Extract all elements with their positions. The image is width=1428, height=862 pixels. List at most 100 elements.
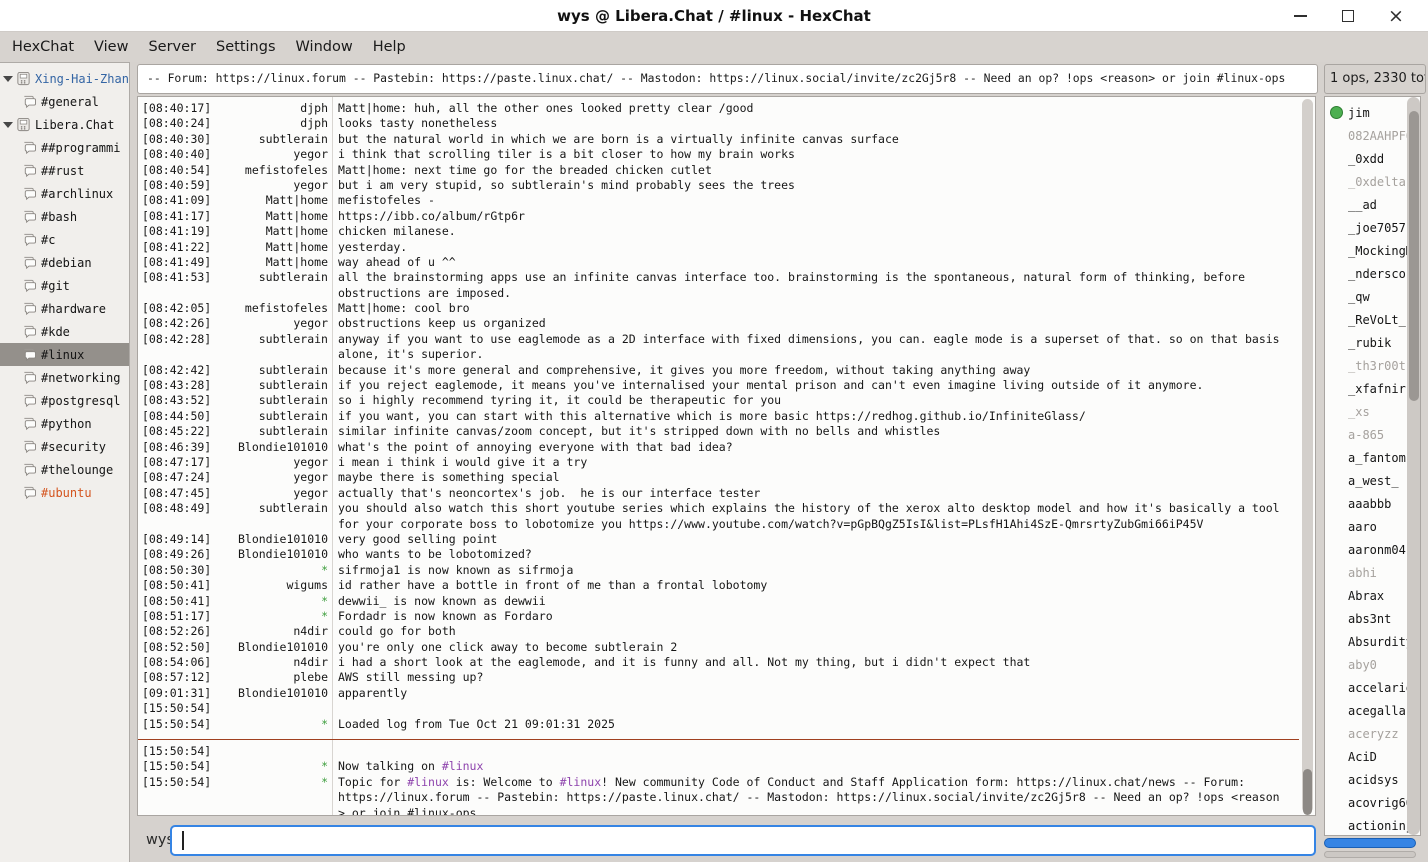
chat-row: [08:40:59] yegor but i am very stupid, s… bbox=[138, 178, 1299, 193]
menu-item[interactable]: HexChat bbox=[2, 32, 84, 62]
menu-item[interactable]: Settings bbox=[206, 32, 285, 62]
message-text: similar infinite canvas/zoom concept, bu… bbox=[338, 424, 940, 438]
message: could go for both bbox=[328, 624, 1299, 639]
user-row[interactable]: aceryzz bbox=[1325, 722, 1420, 745]
tree-item[interactable]: #hardware bbox=[0, 297, 129, 320]
menu-item[interactable]: View bbox=[84, 32, 138, 62]
expander-icon[interactable] bbox=[3, 76, 13, 82]
tree-item[interactable]: #linux bbox=[0, 343, 129, 366]
user-name: abhi bbox=[1348, 566, 1377, 580]
user-row[interactable]: aaronm04 bbox=[1325, 538, 1420, 561]
timestamp: [08:47:45] bbox=[138, 486, 216, 501]
tree-item[interactable]: #git bbox=[0, 274, 129, 297]
message-text: who wants to be lobotomized? bbox=[338, 547, 532, 561]
topic-bar[interactable]: -- Forum: https://linux.forum -- Pastebi… bbox=[137, 64, 1318, 94]
user-row[interactable]: jim bbox=[1325, 101, 1420, 124]
user-row[interactable]: a_fantom bbox=[1325, 446, 1420, 469]
tree-item[interactable]: #ubuntu bbox=[0, 481, 129, 504]
user-name: aceryzz bbox=[1348, 727, 1399, 741]
close-button[interactable]: × bbox=[1372, 0, 1420, 32]
nick: mefistofeles bbox=[216, 163, 328, 178]
user-row[interactable]: acovrig60 bbox=[1325, 791, 1420, 814]
user-row[interactable]: a_west_ bbox=[1325, 469, 1420, 492]
user-row[interactable]: abhi bbox=[1325, 561, 1420, 584]
timestamp: [09:01:31] bbox=[138, 686, 216, 701]
chat-row: [08:42:42] subtlerain because it's more … bbox=[138, 363, 1299, 378]
tree-item[interactable]: Xing-Hai-Zhan bbox=[0, 67, 129, 90]
user-row[interactable]: _xfafnir bbox=[1325, 377, 1420, 400]
user-row[interactable]: abs3nt bbox=[1325, 607, 1420, 630]
user-row[interactable]: aaro bbox=[1325, 515, 1420, 538]
maximize-button[interactable] bbox=[1324, 0, 1372, 32]
chat-scrollbar-track[interactable] bbox=[1302, 99, 1313, 813]
message: actually that's neoncortex's job. he is … bbox=[328, 486, 1299, 501]
menu-item[interactable]: Help bbox=[363, 32, 416, 62]
minimize-button[interactable] bbox=[1276, 0, 1324, 32]
message: Topic for #linux is: Welcome to #linux! … bbox=[328, 775, 1299, 790]
user-row[interactable]: _nderscor bbox=[1325, 262, 1420, 285]
user-row[interactable]: Absurdity bbox=[1325, 630, 1420, 653]
tree-item[interactable]: #archlinux bbox=[0, 182, 129, 205]
user-name: acovrig60 bbox=[1348, 796, 1413, 810]
timestamp: [08:40:54] bbox=[138, 163, 216, 178]
user-row[interactable]: _MockingM bbox=[1325, 239, 1420, 262]
timestamp: [08:47:17] bbox=[138, 455, 216, 470]
nick bbox=[216, 806, 328, 816]
user-row[interactable]: _ReVoLt_ bbox=[1325, 308, 1420, 331]
expander-icon[interactable] bbox=[3, 122, 13, 128]
message-text: looks tasty nonetheless bbox=[338, 116, 497, 130]
user-row[interactable]: 082AAHPF6 bbox=[1325, 124, 1420, 147]
user-row[interactable]: acegalla- bbox=[1325, 699, 1420, 722]
user-row[interactable]: _rubik bbox=[1325, 331, 1420, 354]
user-row[interactable]: Abrax bbox=[1325, 584, 1420, 607]
timestamp: [08:40:24] bbox=[138, 116, 216, 131]
user-row[interactable]: actioninj bbox=[1325, 814, 1420, 836]
message: chicken milanese. bbox=[328, 224, 1299, 239]
user-row[interactable]: _th3r00t bbox=[1325, 354, 1420, 377]
nick: * bbox=[216, 609, 328, 624]
user-row[interactable]: aby0 bbox=[1325, 653, 1420, 676]
chat-row: [08:40:17] djph Matt|home: huh, all the … bbox=[138, 101, 1299, 116]
tree-item[interactable]: #bash bbox=[0, 205, 129, 228]
user-row[interactable]: accelario bbox=[1325, 676, 1420, 699]
window-controls: × bbox=[1276, 0, 1420, 32]
tree-item[interactable]: #thelounge bbox=[0, 458, 129, 481]
user-row[interactable]: _0xdd bbox=[1325, 147, 1420, 170]
tree-item[interactable]: ##programmi bbox=[0, 136, 129, 159]
user-row[interactable]: _xs bbox=[1325, 400, 1420, 423]
tree-item[interactable]: ##rust bbox=[0, 159, 129, 182]
tree-item[interactable]: #c bbox=[0, 228, 129, 251]
tree-item[interactable]: #general bbox=[0, 90, 129, 113]
userlist-hscrollbar-track[interactable] bbox=[1324, 851, 1416, 858]
user-row[interactable]: _0xdelta bbox=[1325, 170, 1420, 193]
tree-item[interactable]: #python bbox=[0, 412, 129, 435]
user-row[interactable]: __ad bbox=[1325, 193, 1420, 216]
userlist-scrollbar-thumb[interactable] bbox=[1409, 111, 1419, 401]
userlist-hscrollbar-thumb[interactable] bbox=[1324, 838, 1416, 848]
menu-item[interactable]: Server bbox=[138, 32, 206, 62]
userlist-scrollbar-track[interactable] bbox=[1407, 97, 1420, 835]
message bbox=[328, 701, 1299, 716]
user-row[interactable]: AciD bbox=[1325, 745, 1420, 768]
tree-item[interactable]: #kde bbox=[0, 320, 129, 343]
user-row[interactable]: _qw bbox=[1325, 285, 1420, 308]
chat-scrollbar-thumb[interactable] bbox=[1303, 769, 1312, 815]
menu-item[interactable]: Window bbox=[286, 32, 363, 62]
chat-row: [08:43:28] subtlerain if you reject eagl… bbox=[138, 378, 1299, 393]
tree-item-label: #git bbox=[41, 279, 70, 293]
tree-item-label: #ubuntu bbox=[41, 486, 92, 500]
user-row[interactable]: acidsys bbox=[1325, 768, 1420, 791]
tree-item[interactable]: #security bbox=[0, 435, 129, 458]
tree-item[interactable]: #networking bbox=[0, 366, 129, 389]
user-row[interactable]: _joe7057 bbox=[1325, 216, 1420, 239]
tree-item[interactable]: #debian bbox=[0, 251, 129, 274]
message-text: you're only one click away to become sub… bbox=[338, 640, 677, 654]
chat-row: [15:50:54] bbox=[138, 744, 1299, 759]
user-row[interactable]: aaabbb bbox=[1325, 492, 1420, 515]
timestamp: [08:46:39] bbox=[138, 440, 216, 455]
tree-item[interactable]: #postgresql bbox=[0, 389, 129, 412]
user-name: _MockingM bbox=[1348, 244, 1413, 258]
tree-item[interactable]: Libera.Chat bbox=[0, 113, 129, 136]
user-row[interactable]: a-865 bbox=[1325, 423, 1420, 446]
message-input[interactable] bbox=[170, 825, 1316, 856]
